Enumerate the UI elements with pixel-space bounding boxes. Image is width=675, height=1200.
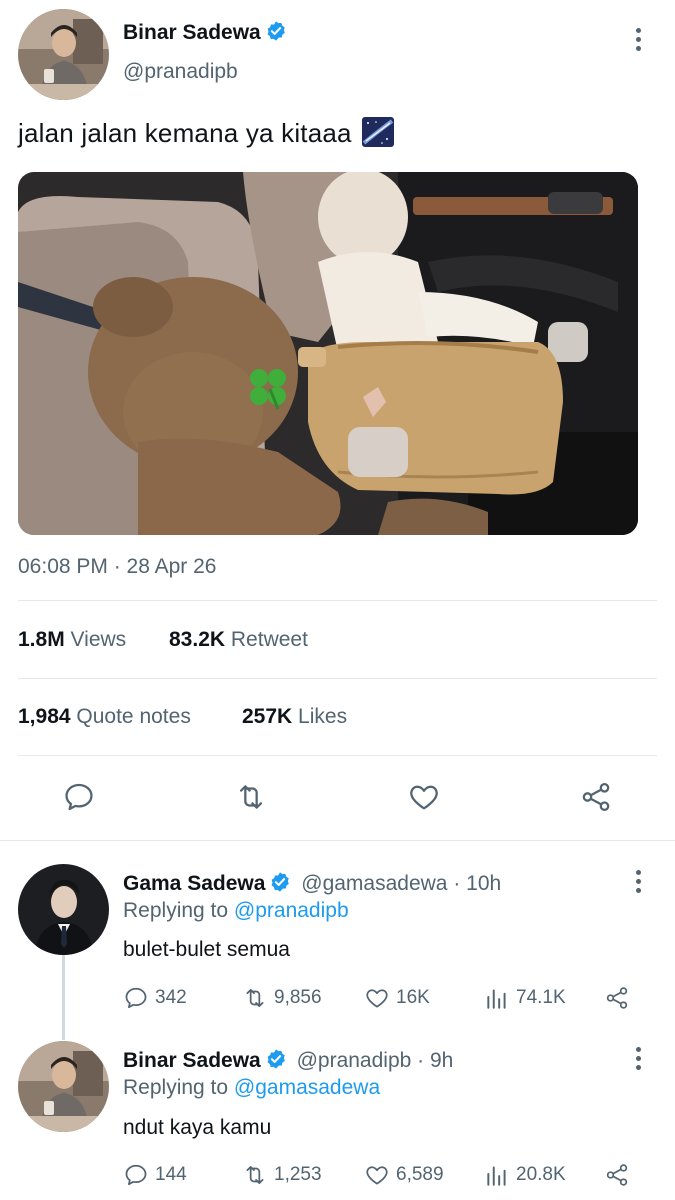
reply-reply-button[interactable]: 342	[123, 985, 187, 1011]
analytics-icon	[487, 1166, 506, 1186]
replying-to: Replying to @gamasadewa	[123, 1076, 380, 1100]
thread-connector	[62, 955, 65, 1040]
retweet-count: 9,856	[274, 987, 322, 1008]
quotes-label: Quote notes	[76, 705, 191, 728]
divider	[18, 755, 657, 756]
likes-count: 257K	[242, 705, 293, 728]
like-icon	[366, 989, 388, 1008]
retweet-button[interactable]	[231, 777, 271, 817]
reply-time: · 9h	[417, 1049, 454, 1072]
reply-views-button[interactable]: 74.1K	[484, 985, 566, 1011]
reply-icon	[125, 1164, 147, 1186]
like-icon	[410, 785, 438, 810]
reply-retweet-button[interactable]: 9,856	[242, 985, 322, 1011]
reply-button[interactable]	[59, 777, 99, 817]
share-icon	[606, 987, 628, 1009]
verified-badge-icon	[265, 20, 287, 42]
replying-label: Replying to	[123, 899, 229, 922]
retweets-count: 83.2K	[169, 628, 226, 651]
retweet-icon	[246, 1166, 264, 1184]
view-count: 74.1K	[516, 987, 566, 1008]
verified-badge-icon	[269, 871, 291, 893]
retweets-label: Retweet	[230, 628, 308, 651]
analytics-icon	[487, 989, 506, 1009]
verified-badge-icon	[265, 1048, 287, 1070]
reply-author-handle[interactable]: @gamasadewa	[301, 872, 447, 895]
reply-share-button[interactable]	[604, 985, 630, 1011]
replying-mention[interactable]: @gamasadewa	[234, 1076, 380, 1099]
reply-header: Binar Sadewa @pranadipb · 9h	[123, 1048, 453, 1073]
reply-icon	[65, 783, 93, 811]
reply-retweet-button[interactable]: 1,253	[242, 1162, 322, 1188]
more-options-icon[interactable]	[628, 1043, 648, 1073]
author-avatar[interactable]	[18, 9, 109, 100]
author-name[interactable]: Binar Sadewa	[123, 20, 287, 45]
reply-views-button[interactable]: 20.8K	[484, 1162, 566, 1188]
more-options-icon[interactable]	[628, 866, 648, 896]
reply-count: 144	[155, 1164, 187, 1185]
reply-avatar[interactable]	[18, 1041, 109, 1132]
view-count: 20.8K	[516, 1164, 566, 1185]
divider	[18, 678, 657, 679]
reply-text: ndut kaya kamu	[123, 1116, 272, 1139]
views-stat[interactable]: 1.8M Views	[18, 628, 126, 652]
like-count: 16K	[396, 987, 430, 1008]
reply-like-button[interactable]: 6,589	[364, 1162, 444, 1188]
more-options-icon[interactable]	[628, 24, 648, 54]
tweet-timestamp[interactable]: 06:08 PM · 28 Apr 26	[18, 555, 216, 579]
reply-avatar[interactable]	[18, 864, 109, 955]
reply-author-name[interactable]: Gama Sadewa	[123, 872, 265, 895]
tweet-photo[interactable]	[18, 172, 638, 535]
reply-text: bulet-bulet semua	[123, 938, 290, 961]
retweet-icon	[239, 785, 263, 809]
reply-header: Gama Sadewa @gamasadewa · 10h	[123, 871, 501, 896]
quotes-count: 1,984	[18, 705, 71, 728]
share-icon	[606, 1164, 628, 1186]
reply-author-name[interactable]: Binar Sadewa	[123, 1049, 261, 1072]
likes-label: Likes	[298, 705, 348, 728]
replying-mention[interactable]: @pranadipb	[234, 899, 349, 922]
retweets-stat[interactable]: 83.2K Retweet	[169, 628, 308, 652]
divider	[0, 840, 675, 841]
views-label: Views	[70, 628, 127, 651]
share-icon	[582, 782, 610, 812]
tweet-text-content: jalan jalan kemana ya kitaaa	[18, 118, 352, 148]
retweet-icon	[246, 989, 264, 1007]
reply-like-button[interactable]: 16K	[364, 985, 430, 1011]
like-count: 6,589	[396, 1164, 444, 1185]
divider	[18, 600, 657, 601]
like-icon	[366, 1166, 388, 1185]
reply-icon	[125, 987, 147, 1009]
views-count: 1.8M	[18, 628, 65, 651]
reply-time: · 10h	[453, 872, 502, 895]
author-handle[interactable]: @pranadipb	[123, 60, 238, 84]
author-name-text[interactable]: Binar Sadewa	[123, 21, 261, 44]
replying-to: Replying to @pranadipb	[123, 899, 349, 923]
tweet-text: jalan jalan kemana ya kitaaa	[18, 117, 394, 149]
reply-reply-button[interactable]: 144	[123, 1162, 187, 1188]
replying-label: Replying to	[123, 1076, 229, 1099]
milky-way-icon	[361, 117, 394, 147]
like-button[interactable]	[404, 777, 444, 817]
reply-count: 342	[155, 987, 187, 1008]
share-button[interactable]	[576, 777, 616, 817]
likes-stat[interactable]: 257K Likes	[242, 705, 347, 729]
reply-share-button[interactable]	[604, 1162, 630, 1188]
reply-author-handle[interactable]: @pranadipb	[297, 1049, 412, 1072]
retweet-count: 1,253	[274, 1164, 322, 1185]
quotes-stat[interactable]: 1,984 Quote notes	[18, 705, 191, 729]
